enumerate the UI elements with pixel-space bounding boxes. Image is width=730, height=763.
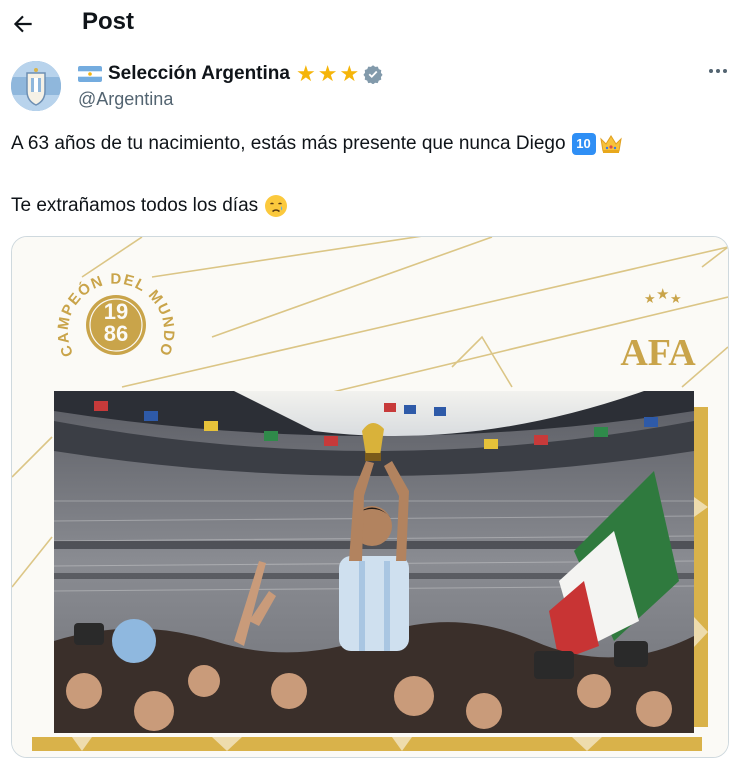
keycap-ten-emoji: 10 [571,133,596,155]
star-icon: ★ [295,61,316,86]
post-text: Te extrañamos todos los días [11,195,259,216]
author-name-row: Selección Argentina ★ ★ ★ [78,61,383,87]
argentina-flag-icon [78,66,102,82]
author-name[interactable]: Selección Argentina [108,63,290,85]
svg-text:★: ★ [656,285,669,303]
svg-text:★: ★ [670,292,682,307]
post-text-line-1: A 63 años de tu nacimiento, estás más pr… [11,131,623,157]
badge-year-bottom: 86 [104,321,128,346]
crown-emoji-icon [599,135,622,153]
star-badges: ★ ★ ★ [296,63,359,85]
page-title: Post [82,8,135,35]
post-header: Post [0,0,730,50]
star-icon: ★ [317,61,338,86]
more-horizontal-icon[interactable] [708,60,728,82]
verified-badge-icon[interactable] [363,64,383,84]
afa-logo-text: AFA [620,332,696,374]
arrow-left-icon[interactable] [10,11,36,37]
crying-face-emoji-icon [265,195,288,217]
afa-crest-icon [11,61,61,111]
post-text: A 63 años de tu nacimiento, estás más pr… [11,133,566,154]
star-icon: ★ [339,61,360,86]
post-image[interactable]: 19 86 CAMPEÓN DEL MUNDO ★ ★ ★ AFA [11,236,729,758]
maradona-photo [54,391,694,733]
svg-text:★: ★ [644,292,656,307]
author-handle[interactable]: @Argentina [78,89,173,110]
post-text-line-2: Te extrañamos todos los días [11,193,288,219]
avatar[interactable] [11,61,61,111]
